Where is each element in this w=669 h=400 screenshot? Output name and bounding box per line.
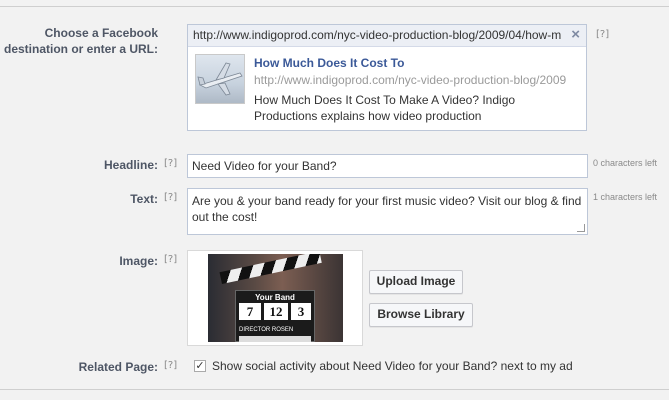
destination-url-input[interactable]: http://www.indigoprod.com/nyc-video-prod… (193, 28, 565, 42)
image-label: Image: (119, 254, 158, 268)
destination-box: http://www.indigoprod.com/nyc-video-prod… (187, 24, 587, 131)
slate-title: Your Band (255, 293, 295, 302)
preview-title-link[interactable]: How Much Does It Cost To (254, 56, 404, 70)
slate-take-b: 3 (291, 303, 311, 320)
headline-counter: 0 characters left (593, 158, 658, 168)
image-help-link[interactable]: [?] (164, 254, 177, 265)
text-textarea-value: Are you & your band ready for your first… (192, 194, 582, 224)
text-label: Text: (130, 192, 158, 206)
slate-director: DIRECTOR ROSEN (239, 327, 294, 333)
related-page-help-link[interactable]: [?] (164, 360, 177, 371)
related-page-checkbox[interactable]: ✓ (194, 360, 206, 372)
ad-image-clapperboard: Your Band 7 12 3 DIRECTOR ROSEN (208, 254, 343, 342)
text-counter: 1 characters left (593, 192, 658, 202)
headline-help-link[interactable]: [?] (164, 158, 177, 169)
ad-image-frame: Your Band 7 12 3 DIRECTOR ROSEN (187, 250, 363, 346)
headline-label: Headline: (103, 158, 158, 172)
browse-library-button[interactable]: Browse Library (369, 303, 473, 327)
slate-take-a: 12 (264, 303, 288, 320)
clapper-stick (219, 254, 322, 284)
text-textarea[interactable]: Are you & your band ready for your first… (187, 188, 588, 235)
resize-handle-icon[interactable] (577, 224, 585, 232)
related-page-label: Related Page: (78, 360, 158, 374)
text-help-link[interactable]: [?] (164, 192, 177, 203)
headline-input[interactable]: Need Video for your Band? (187, 154, 588, 178)
destination-url-bar[interactable]: http://www.indigoprod.com/nyc-video-prod… (188, 25, 586, 47)
preview-description: How Much Does It Cost To Make A Video? I… (254, 93, 516, 123)
upload-image-button[interactable]: Upload Image (369, 270, 463, 294)
top-divider (0, 6, 669, 7)
bottom-divider (0, 389, 669, 390)
destination-help-link[interactable]: [?] (596, 29, 609, 40)
related-page-text: Show social activity about Need Video fo… (212, 359, 573, 373)
clear-url-icon[interactable]: × (571, 26, 580, 44)
slate-board: Your Band 7 12 3 DIRECTOR ROSEN (235, 290, 315, 342)
slate-scene: 7 (239, 303, 261, 320)
airplane-thumbnail-icon (195, 54, 245, 104)
destination-label: Choose a Facebook destination or enter a… (3, 26, 158, 56)
slate-row (239, 336, 311, 342)
preview-url: http://www.indigoprod.com/nyc-video-prod… (254, 73, 567, 87)
